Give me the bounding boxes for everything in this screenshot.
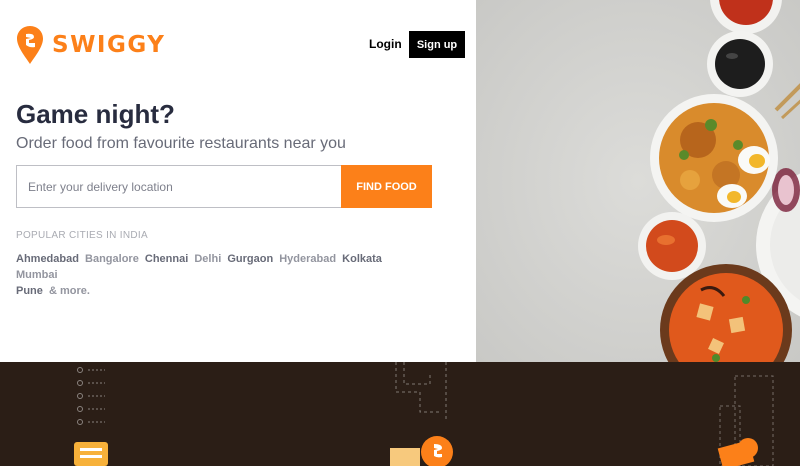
find-food-button[interactable]: FIND FOOD <box>341 165 432 208</box>
hero-food-image <box>476 0 800 362</box>
delivery-illustration <box>74 362 774 466</box>
hero-headline: Game night? <box>16 99 175 129</box>
city-link-gurgaon[interactable]: Gurgaon <box>227 253 273 265</box>
signup-button[interactable]: Sign up <box>409 31 465 58</box>
swiggy-logo-icon <box>17 26 43 64</box>
hero-subline: Order food from favourite restaurants ne… <box>16 135 346 152</box>
city-link-bangalore[interactable]: Bangalore <box>85 253 139 265</box>
city-link-mumbai[interactable]: Mumbai <box>16 269 58 281</box>
hero-section: SWIGGY Login Sign up Game night? Order f… <box>0 0 800 362</box>
popular-cities-list: Ahmedabad Bangalore Chennai Delhi Gurgao… <box>16 251 426 299</box>
city-link-pune[interactable]: Pune <box>16 285 43 297</box>
popular-cities-label: POPULAR CITIES IN INDIA <box>16 230 148 241</box>
food-illustration <box>476 0 800 362</box>
city-link-delhi[interactable]: Delhi <box>194 253 221 265</box>
more-cities-link[interactable]: & more. <box>49 285 90 297</box>
swiggy-logo[interactable]: SWIGGY <box>16 25 165 65</box>
hero-left-panel: SWIGGY Login Sign up Game night? Order f… <box>0 0 476 362</box>
brand-name: SWIGGY <box>52 32 166 58</box>
city-link-hyderabad[interactable]: Hyderabad <box>279 253 336 265</box>
location-search: FIND FOOD <box>16 165 432 208</box>
city-link-ahmedabad[interactable]: Ahmedabad <box>16 253 79 265</box>
city-link-chennai[interactable]: Chennai <box>145 253 188 265</box>
illustration-band <box>0 362 800 466</box>
city-link-kolkata[interactable]: Kolkata <box>342 253 382 265</box>
delivery-location-input[interactable] <box>16 165 341 208</box>
login-link[interactable]: Login <box>369 37 402 51</box>
